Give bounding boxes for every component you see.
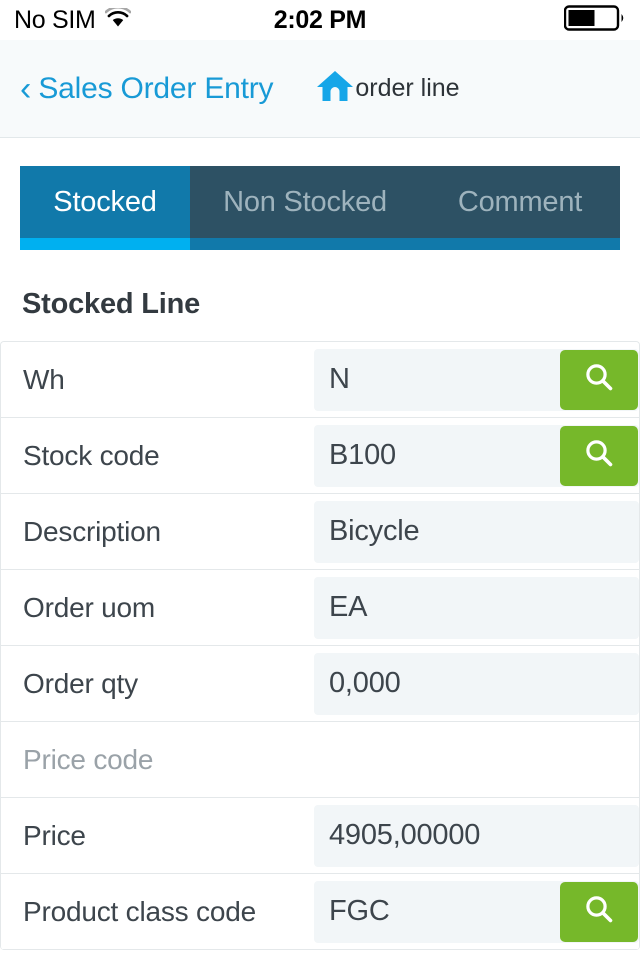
form-row-field[interactable]: EA (314, 576, 639, 639)
form-row-field[interactable]: 4905,00000 (314, 804, 639, 867)
stocked-line-form: Wh N Stock code B100 Description Bicycle Order… (0, 341, 640, 950)
form-row-value: Bicycle (329, 515, 420, 547)
form-row: Price 4905,00000 (1, 798, 639, 874)
form-row-field[interactable]: N (314, 348, 639, 411)
form-row: Wh N (1, 342, 639, 418)
tab-bar: Stocked Non Stocked Comment (20, 166, 620, 238)
tab-comment[interactable]: Comment (420, 166, 620, 238)
search-icon (582, 436, 616, 475)
tab-active-indicator (20, 238, 620, 250)
back-button[interactable]: ‹ Sales Order Entry (20, 69, 274, 108)
tab-non-stocked[interactable]: Non Stocked (190, 166, 420, 238)
carrier-label: No SIM (14, 5, 96, 34)
form-row-label: Price (23, 819, 86, 851)
form-row: Order qty 0,000 (1, 646, 639, 722)
wifi-icon (104, 5, 131, 32)
section-title: Stocked Line (22, 288, 201, 320)
form-row-field (314, 729, 639, 791)
back-button-label: Sales Order Entry (38, 71, 274, 105)
tab-comment-label: Comment (457, 185, 583, 218)
navigation-bar: ‹ Sales Order Entry order line (0, 40, 640, 138)
form-row-label: Price code (23, 743, 154, 775)
search-icon (582, 892, 616, 931)
form-row-value: 4905,00000 (329, 819, 481, 851)
tab-bar-wrapper: Stocked Non Stocked Comment (0, 138, 640, 250)
tab-indicator-rest-segment (190, 238, 620, 250)
form-row-field[interactable]: Bicycle (314, 500, 639, 563)
nav-title-group: order line (315, 68, 620, 109)
form-row-value: N (329, 363, 350, 395)
lookup-button[interactable] (560, 425, 638, 486)
tab-indicator-active-segment (20, 238, 190, 250)
form-row-label: Product class code (23, 895, 256, 927)
form-row: Description Bicycle (1, 494, 639, 570)
battery-icon (563, 4, 626, 36)
status-bar-left: No SIM (14, 6, 131, 35)
form-row-value: EA (329, 591, 368, 623)
form-row-label: Wh (23, 363, 65, 395)
form-row: Order uom EA (1, 570, 639, 646)
form-row-value: FGC (329, 895, 390, 927)
page-title: order line (355, 74, 460, 102)
lookup-button[interactable] (560, 349, 638, 410)
form-row: Product class code FGC (1, 874, 639, 950)
form-row-label: Stock code (23, 439, 160, 471)
form-row-label: Order qty (23, 667, 138, 699)
search-icon (582, 360, 616, 399)
form-row-label: Order uom (23, 591, 156, 623)
form-row: Stock code B100 (1, 418, 639, 494)
home-icon[interactable] (315, 68, 355, 109)
tab-non-stocked-label: Non Stocked (223, 185, 387, 218)
form-row-value: B100 (329, 439, 396, 471)
status-bar-right (563, 4, 626, 36)
form-row-field[interactable]: B100 (314, 424, 639, 487)
form-row-value: 0,000 (329, 667, 401, 699)
form-row: Price code (1, 722, 639, 798)
lookup-button[interactable] (560, 881, 638, 942)
status-bar: No SIM 2:02 PM (0, 0, 640, 40)
form-row-label: Description (23, 515, 161, 547)
form-row-field[interactable]: 0,000 (314, 652, 639, 715)
tab-stocked-label: Stocked (53, 185, 157, 218)
chevron-left-icon: ‹ (20, 69, 32, 108)
form-row-field[interactable]: FGC (314, 880, 639, 943)
tab-stocked[interactable]: Stocked (20, 166, 190, 238)
